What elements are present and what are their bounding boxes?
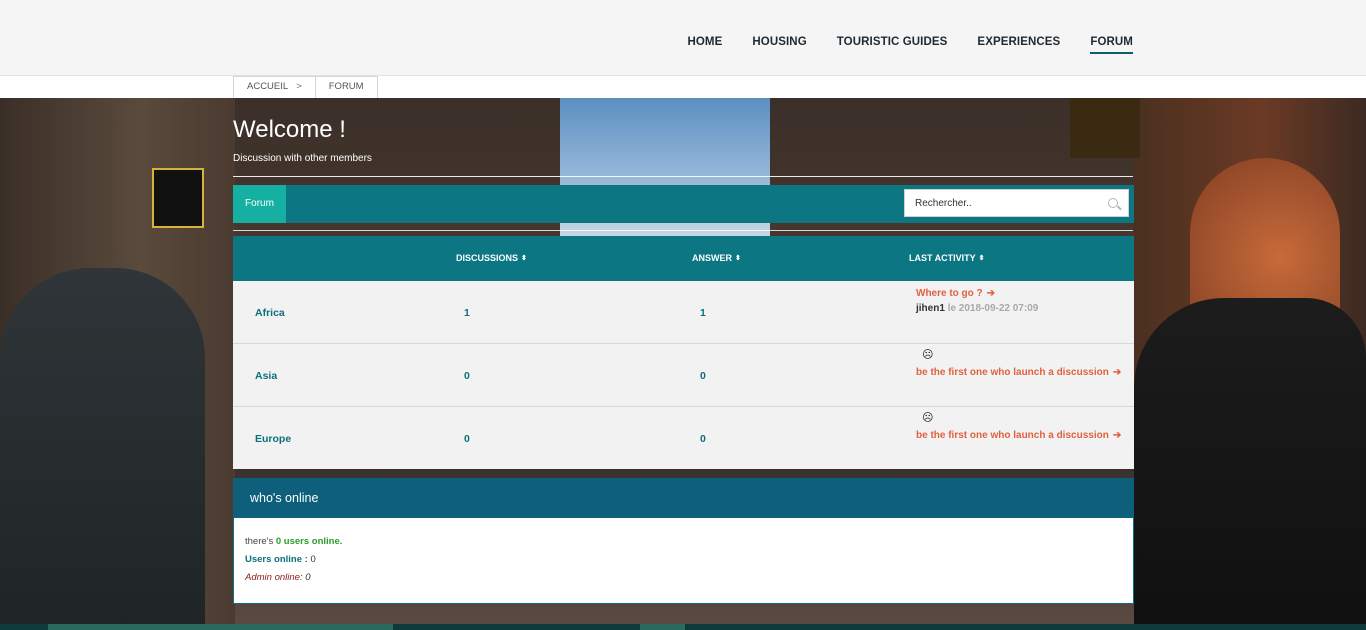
nav-forum[interactable]: FORUM [1090, 36, 1133, 54]
answers-count: 1 [700, 307, 706, 319]
admin-online: Admin online: 0 [245, 569, 1122, 587]
discussions-count: 0 [464, 370, 470, 382]
category-link[interactable]: Asia [255, 370, 277, 382]
hero-person-right [1134, 298, 1366, 630]
header-discussions-label[interactable]: DISCUSSIONS [456, 253, 518, 263]
table-header: DISCUSSIONS ⬍ ANSWER ⬍ LAST ACTIVITY ⬍ [233, 236, 1134, 281]
discussions-count: 0 [464, 433, 470, 445]
hero-shop-sign-right [1070, 98, 1140, 158]
users-online: Users online : 0 [245, 551, 1122, 569]
sad-face-icon: ☹ [922, 412, 934, 424]
users-online-value: 0 [310, 554, 316, 565]
divider-top [233, 176, 1133, 177]
start-discussion-link[interactable]: be the first one who launch a discussion [916, 430, 1109, 441]
nav-experiences[interactable]: EXPERIENCES [977, 36, 1060, 54]
discussions-count: 1 [464, 307, 470, 319]
start-discussion-label[interactable]: be the first one who launch a discussion [916, 430, 1109, 441]
nav-home[interactable]: HOME [687, 36, 722, 54]
search-input[interactable] [905, 190, 1128, 216]
nav-touristic-guides[interactable]: TOURISTIC GUIDES [837, 36, 948, 54]
arrow-right-icon[interactable]: ➔ [1113, 367, 1121, 378]
hero-shop-sign [152, 168, 204, 228]
online-summary-prefix: there's [245, 536, 274, 547]
search-box [904, 189, 1129, 217]
sort-icon[interactable]: ⬍ [521, 254, 527, 262]
last-activity: ☹ be the first one who launch a discussi… [916, 349, 1121, 379]
breadcrumb: ACCUEIL > FORUM [233, 76, 378, 98]
forum-toolbar: Forum [233, 185, 1134, 223]
top-header: HOME HOUSING TOURISTIC GUIDES EXPERIENCE… [0, 0, 1366, 76]
bottom-strip [0, 624, 1366, 630]
divider-bottom [233, 230, 1133, 231]
category-link[interactable]: Europe [255, 433, 291, 445]
whos-online-title: who's online [233, 478, 1134, 518]
last-user: jihen1 [916, 303, 945, 314]
answers-count: 0 [700, 433, 706, 445]
page-subtitle: Discussion with other members [233, 153, 372, 164]
whos-online-body: there's 0 users online. Users online : 0… [233, 518, 1134, 604]
header-answer[interactable]: ANSWER ⬍ [692, 253, 741, 263]
table-row: Asia 0 0 ☹ be the first one who launch a… [233, 344, 1134, 407]
table-row: Africa 1 1 Where to go ? ➔ jihen1 le 2018… [233, 281, 1134, 344]
online-summary: there's 0 users online. [245, 533, 1122, 551]
admin-online-value: 0 [305, 572, 311, 583]
breadcrumb-bar: ACCUEIL > FORUM [0, 76, 1366, 98]
header-last-activity[interactable]: LAST ACTIVITY ⬍ [909, 253, 985, 263]
table-row: Europe 0 0 ☹ be the first one who launch… [233, 407, 1134, 469]
sort-icon[interactable]: ⬍ [979, 254, 985, 262]
header-last-activity-label[interactable]: LAST ACTIVITY [909, 253, 976, 263]
sort-icon[interactable]: ⬍ [735, 254, 741, 262]
start-discussion-link[interactable]: be the first one who launch a discussion [916, 367, 1109, 378]
nav-housing[interactable]: HOUSING [752, 36, 806, 54]
header-answer-label[interactable]: ANSWER [692, 253, 732, 263]
last-topic-label[interactable]: Where to go ? [916, 288, 983, 299]
answers-count: 0 [700, 370, 706, 382]
arrow-right-icon[interactable]: ➔ [987, 288, 995, 299]
last-date: le 2018-09-22 07:09 [947, 303, 1039, 314]
breadcrumb-separator: > [296, 81, 302, 92]
search-icon[interactable] [1108, 198, 1118, 208]
breadcrumb-current: FORUM [315, 76, 378, 98]
whos-online-panel: who's online there's 0 users online. Use… [233, 478, 1134, 604]
last-activity: ☹ be the first one who launch a discussi… [916, 412, 1121, 442]
tab-forum[interactable]: Forum [233, 185, 286, 223]
users-online-label: Users online : [245, 554, 308, 565]
last-topic-link[interactable]: Where to go ? [916, 288, 983, 299]
online-summary-count: 0 [275, 536, 282, 547]
page-title: Welcome ! [233, 116, 346, 143]
category-link[interactable]: Africa [255, 307, 285, 319]
last-activity: Where to go ? ➔ jihen1 le 2018-09-22 07:0… [916, 288, 1038, 314]
admin-online-label: Admin online: [245, 572, 303, 583]
forum-table: DISCUSSIONS ⬍ ANSWER ⬍ LAST ACTIVITY ⬍ Afri… [233, 236, 1134, 469]
breadcrumb-home-label[interactable]: ACCUEIL [247, 81, 288, 92]
online-summary-suffix: users online. [283, 536, 343, 547]
hero-person-left [0, 268, 205, 630]
start-discussion-label[interactable]: be the first one who launch a discussion [916, 367, 1109, 378]
main-nav: HOME HOUSING TOURISTIC GUIDES EXPERIENCE… [657, 36, 1133, 54]
sad-face-icon: ☹ [922, 349, 934, 361]
arrow-right-icon[interactable]: ➔ [1113, 430, 1121, 441]
header-discussions[interactable]: DISCUSSIONS ⬍ [456, 253, 527, 263]
breadcrumb-home[interactable]: ACCUEIL > [233, 76, 316, 98]
